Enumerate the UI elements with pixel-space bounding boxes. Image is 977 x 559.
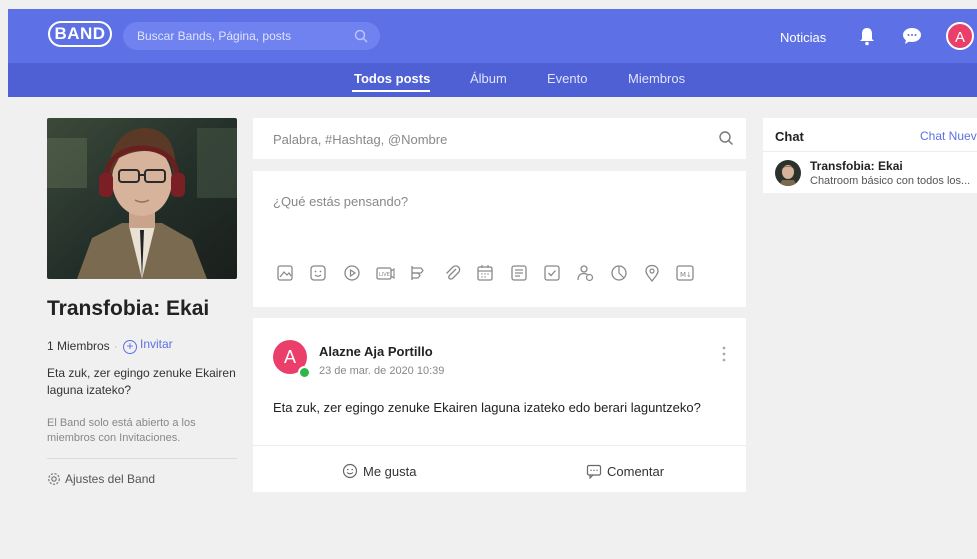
chatroom-avatar[interactable] (775, 160, 801, 186)
more-options-icon[interactable] (722, 346, 726, 362)
chatroom-name[interactable]: Transfobia: Ekai (810, 159, 903, 173)
active-tab-indicator (352, 90, 430, 92)
live-icon[interactable]: LIVE (375, 263, 395, 283)
divider (763, 151, 977, 152)
chat-panel: Chat Chat Nuevo Transfobia: Ekai Chatroo… (763, 118, 977, 193)
tab-album[interactable]: Álbum (470, 71, 507, 86)
todo-icon[interactable] (542, 263, 562, 283)
attach-icon[interactable] (442, 263, 462, 283)
video-icon[interactable] (342, 263, 362, 283)
band-settings-link[interactable]: Ajustes del Band (47, 472, 155, 486)
search-icon[interactable] (354, 29, 368, 43)
band-tabs: Todos posts Álbum Evento Miembros (8, 63, 977, 97)
online-badge-icon (298, 366, 311, 379)
divider (253, 445, 746, 446)
top-bar: BAND Buscar Bands, Página, posts Noticia… (8, 9, 977, 63)
markdown-icon[interactable]: M↓ (675, 263, 695, 283)
band-cover-image[interactable] (47, 118, 237, 279)
poll-icon[interactable] (408, 263, 428, 283)
tab-all-posts[interactable]: Todos posts (354, 71, 430, 86)
news-link[interactable]: Noticias (780, 30, 826, 45)
chat-bubble-icon[interactable] (902, 27, 922, 45)
member-count[interactable]: 1 Miembros · (47, 339, 122, 353)
calendar-icon[interactable] (475, 263, 495, 283)
people-icon[interactable] (575, 263, 595, 283)
compose-box[interactable]: ¿Qué estás pensando? LIVE M↓ (253, 171, 746, 307)
compose-input[interactable]: ¿Qué estás pensando? (273, 194, 408, 209)
list-icon[interactable] (509, 263, 529, 283)
band-name: Transfobia: Ekai (47, 297, 210, 320)
post-search-box[interactable]: Palabra, #Hashtag, @Nombre (253, 118, 746, 159)
svg-text:M↓: M↓ (680, 271, 692, 279)
global-search[interactable]: Buscar Bands, Página, posts (123, 22, 380, 50)
location-icon[interactable] (642, 263, 662, 283)
new-chat-link[interactable]: Chat Nuevo (920, 129, 977, 143)
comment-icon (586, 464, 602, 480)
global-search-input[interactable]: Buscar Bands, Página, posts (137, 29, 291, 43)
post-search-input[interactable]: Palabra, #Hashtag, @Nombre (273, 132, 447, 147)
post-body: Eta zuk, zer egingo zenuke Ekairen lagun… (273, 400, 701, 415)
band-logo[interactable]: BAND (48, 21, 112, 47)
search-icon[interactable] (718, 130, 734, 146)
plus-circle-icon: + (123, 340, 137, 354)
gear-icon (48, 473, 60, 485)
post-timestamp: 23 de mar. de 2020 10:39 (319, 365, 445, 377)
comment-button[interactable]: Comentar (586, 463, 665, 480)
svg-text:LIVE: LIVE (379, 272, 390, 278)
separator-dot: · (113, 339, 118, 353)
member-count-label[interactable]: 1 Miembros (47, 339, 110, 353)
divider (47, 458, 237, 459)
tab-members[interactable]: Miembros (628, 71, 685, 86)
chat-title: Chat (775, 129, 804, 144)
tab-event[interactable]: Evento (547, 71, 587, 86)
bell-icon[interactable] (858, 26, 876, 46)
emoji-icon[interactable] (308, 263, 328, 283)
band-description: Eta zuk, zer egingo zenuke Ekairen lagun… (47, 366, 236, 397)
comment-label: Comentar (607, 464, 665, 479)
chatroom-preview: Chatroom básico con todos los... (810, 175, 971, 187)
smile-icon (342, 463, 358, 479)
post-card: A Alazne Aja Portillo 23 de mar. de 2020… (253, 318, 746, 492)
invite-button[interactable]: + Invitar (123, 337, 173, 354)
band-settings-label: Ajustes del Band (65, 472, 156, 486)
chart-icon[interactable] (609, 263, 629, 283)
invite-label: Invitar (140, 337, 173, 351)
image-icon[interactable] (275, 263, 295, 283)
like-label: Me gusta (363, 464, 417, 479)
user-avatar[interactable]: A (946, 22, 974, 50)
post-author-name[interactable]: Alazne Aja Portillo (319, 344, 433, 359)
like-button[interactable]: Me gusta (342, 463, 416, 479)
band-privacy-note: El Band solo está abierto a los miembros… (47, 417, 196, 444)
